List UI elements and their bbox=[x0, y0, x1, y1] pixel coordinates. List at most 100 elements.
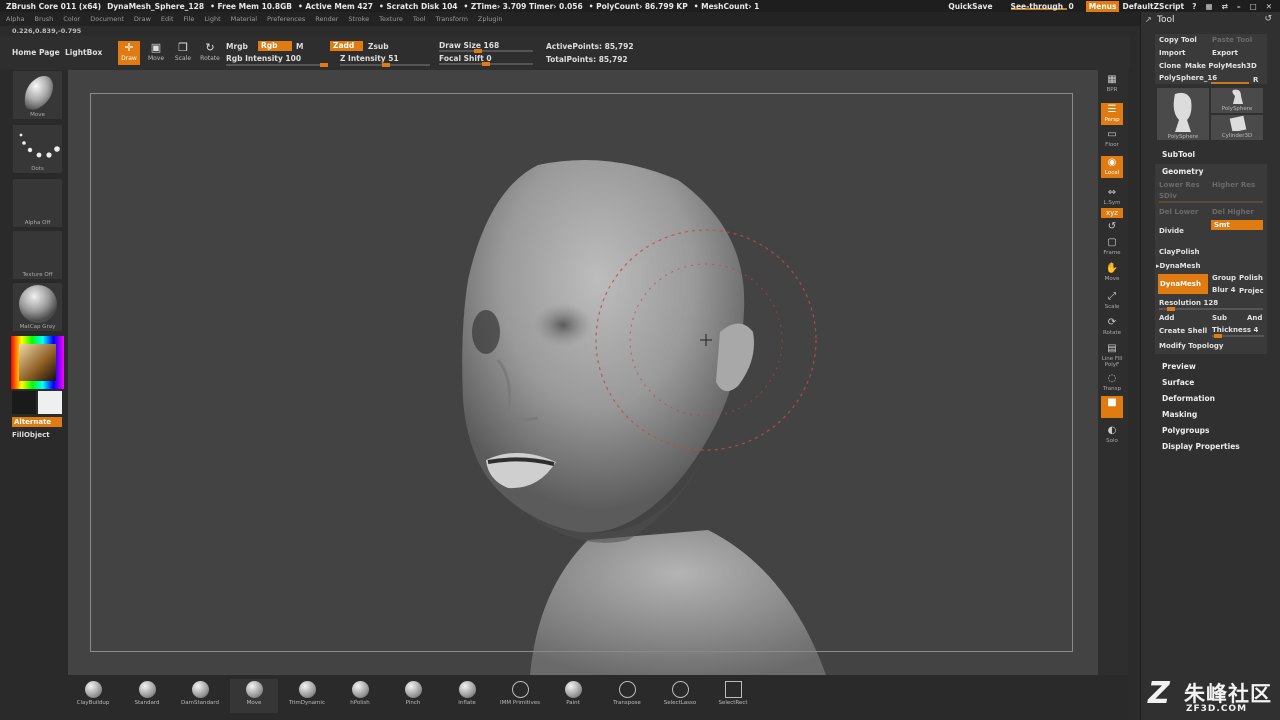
menus-toggle[interactable]: Menus bbox=[1085, 0, 1120, 12]
preview-section[interactable]: Preview bbox=[1162, 362, 1196, 371]
modify-topology-section[interactable]: Modify Topology bbox=[1159, 342, 1224, 350]
smt-toggle[interactable]: Smt bbox=[1211, 220, 1263, 230]
polish-toggle[interactable]: Polish bbox=[1239, 274, 1263, 282]
export-button[interactable]: Export bbox=[1212, 49, 1238, 57]
menu-material[interactable]: Material bbox=[231, 15, 257, 23]
menu-draw[interactable]: Draw bbox=[134, 15, 151, 23]
brush-paint[interactable]: Paint bbox=[549, 679, 597, 713]
menu-texture[interactable]: Texture bbox=[379, 15, 403, 23]
project-toggle[interactable]: Projec bbox=[1239, 287, 1264, 295]
surface-section[interactable]: Surface bbox=[1162, 378, 1194, 387]
brush-selectlasso[interactable]: SelectLasso bbox=[656, 679, 704, 713]
maximize-icon[interactable]: □ bbox=[1250, 2, 1257, 11]
home-page-button[interactable]: Home Page bbox=[12, 48, 60, 57]
focal-shift-knob[interactable] bbox=[482, 62, 490, 66]
swap-icon[interactable]: ⇄ bbox=[1222, 2, 1228, 11]
del-lower-button[interactable]: Del Lower bbox=[1159, 208, 1198, 216]
draw-mode-button[interactable]: ✛ Draw bbox=[118, 41, 140, 65]
clone-button[interactable]: Clone bbox=[1159, 62, 1181, 70]
brush-selector[interactable]: Move bbox=[12, 70, 63, 120]
primary-color-swatch[interactable] bbox=[12, 391, 36, 414]
z-intensity-knob[interactable] bbox=[381, 63, 390, 67]
see-through-slider[interactable]: See-through 0 bbox=[1010, 2, 1074, 11]
rgb-intensity-slider[interactable]: Rgb Intensity 100 bbox=[226, 54, 301, 63]
group-toggle[interactable]: Group bbox=[1212, 274, 1236, 282]
brush-hpolish[interactable]: hPolish bbox=[336, 679, 384, 713]
subtool-section[interactable]: SubTool bbox=[1162, 150, 1195, 159]
close-icon[interactable]: ✕ bbox=[1266, 2, 1272, 11]
bpr-view-button[interactable]: ▦ BPR bbox=[1101, 73, 1123, 95]
add-button[interactable]: Add bbox=[1159, 314, 1174, 322]
tool-thumbnail-cylinder[interactable]: Cylinder3D bbox=[1211, 115, 1263, 140]
move-view-button[interactable]: ✋ Move bbox=[1101, 262, 1123, 284]
l-sym-view-button[interactable]: ⇔ L.Sym bbox=[1101, 186, 1123, 208]
dynamesh-button[interactable]: DynaMesh bbox=[1158, 274, 1208, 294]
palette-collapse-icon[interactable]: ↗ bbox=[1145, 15, 1152, 24]
brush-inflate[interactable]: Inflate bbox=[443, 679, 491, 713]
texture-selector[interactable]: Texture Off bbox=[12, 230, 63, 280]
brush-pinch[interactable]: Pinch bbox=[389, 679, 437, 713]
rotate-mode-button[interactable]: ↻ Rotate bbox=[199, 41, 221, 65]
masking-section[interactable]: Masking bbox=[1162, 410, 1197, 419]
view-13-view-button[interactable]: ■ bbox=[1101, 396, 1123, 418]
menu-preferences[interactable]: Preferences bbox=[267, 15, 305, 23]
divide-button[interactable]: Divide bbox=[1159, 227, 1184, 235]
persp-view-button[interactable]: ☰ Persp bbox=[1101, 103, 1123, 125]
secondary-color-swatch[interactable] bbox=[38, 391, 62, 414]
tool-thumbnail-current[interactable]: PolySphere bbox=[1157, 88, 1209, 140]
quicksave-button[interactable]: QuickSave bbox=[948, 2, 992, 11]
default-zscript-button[interactable]: DefaultZScript bbox=[1122, 2, 1184, 11]
resolution-slider[interactable]: Resolution 128 bbox=[1159, 299, 1218, 307]
lower-res-button[interactable]: Lower Res bbox=[1159, 181, 1200, 189]
rotate-view-button[interactable]: ⟳ Rotate bbox=[1101, 316, 1123, 338]
line-fill-polyf-view-button[interactable]: ▤ Line Fill PolyF bbox=[1101, 342, 1123, 368]
help-icon[interactable]: ? bbox=[1192, 2, 1196, 11]
stroke-selector[interactable]: Dots bbox=[12, 124, 63, 174]
local-view-button[interactable]: ◉ Local bbox=[1101, 156, 1123, 178]
fill-object-button[interactable]: FillObject bbox=[12, 431, 50, 439]
tool-count-slider[interactable] bbox=[1211, 82, 1249, 84]
menu-file[interactable]: File bbox=[184, 15, 195, 23]
floor-view-button[interactable]: ▭ Floor bbox=[1101, 128, 1123, 150]
dynamesh-section[interactable]: ▸DynaMesh bbox=[1156, 262, 1200, 270]
color-picker-field[interactable] bbox=[19, 344, 56, 381]
import-button[interactable]: Import bbox=[1159, 49, 1186, 57]
menu-tool[interactable]: Tool bbox=[413, 15, 426, 23]
alternate-button[interactable]: Alternate bbox=[12, 417, 62, 427]
claypolish-section[interactable]: ClayPolish bbox=[1159, 248, 1200, 256]
menu-light[interactable]: Light bbox=[204, 15, 220, 23]
resolution-knob[interactable] bbox=[1167, 307, 1175, 311]
z-intensity-slider[interactable]: Z Intensity 51 bbox=[340, 54, 399, 63]
mrgb-button[interactable]: Mrgb bbox=[226, 42, 248, 51]
paste-tool-button[interactable]: Paste Tool bbox=[1212, 36, 1252, 44]
r-button[interactable]: R bbox=[1253, 76, 1258, 84]
rgb-button[interactable]: Rgb bbox=[258, 41, 292, 51]
brush-transpose[interactable]: Transpose bbox=[603, 679, 651, 713]
menu-document[interactable]: Document bbox=[90, 15, 124, 23]
palette-dock-icon[interactable]: ↺ bbox=[1264, 14, 1272, 24]
brush-standard[interactable]: Standard bbox=[123, 679, 171, 713]
deformation-section[interactable]: Deformation bbox=[1162, 394, 1215, 403]
brush-move[interactable]: Move bbox=[230, 679, 278, 713]
current-tool-name[interactable]: PolySphere_16 bbox=[1159, 74, 1217, 82]
draw-size-slider[interactable]: Draw Size 168 bbox=[439, 41, 499, 50]
rgb-intensity-knob[interactable] bbox=[320, 63, 328, 67]
brush-imm-primitives[interactable]: IMM Primitives bbox=[496, 679, 544, 713]
frame-view-button[interactable]: ▢ Frame bbox=[1101, 236, 1123, 258]
draw-size-knob[interactable] bbox=[474, 49, 483, 53]
tool-thumbnail-polysphere[interactable]: PolySphere bbox=[1211, 88, 1263, 113]
menu-brush[interactable]: Brush bbox=[34, 15, 53, 23]
menu-alpha[interactable]: Alpha bbox=[6, 15, 24, 23]
sdiv-slider[interactable]: SDiv bbox=[1159, 192, 1177, 200]
zadd-button[interactable]: Zadd bbox=[330, 41, 363, 51]
copy-tool-button[interactable]: Copy Tool bbox=[1159, 36, 1197, 44]
menu-color[interactable]: Color bbox=[63, 15, 80, 23]
brush-damstandard[interactable]: DamStandard bbox=[176, 679, 224, 713]
polygroups-section[interactable]: Polygroups bbox=[1162, 426, 1210, 435]
brush-selectrect[interactable]: SelectRect bbox=[709, 679, 757, 713]
thickness-knob[interactable] bbox=[1214, 334, 1222, 338]
material-selector[interactable]: MatCap Gray bbox=[12, 282, 63, 332]
sub-button[interactable]: Sub bbox=[1212, 314, 1227, 322]
higher-res-button[interactable]: Higher Res bbox=[1212, 181, 1255, 189]
layout-icon[interactable]: ▦ bbox=[1205, 2, 1212, 11]
